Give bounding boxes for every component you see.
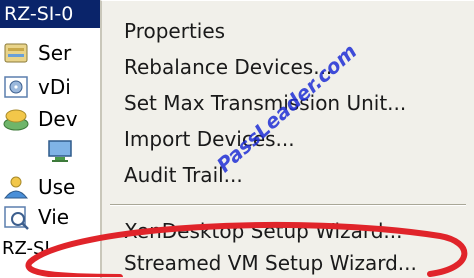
menu-item-import-devices[interactable]: Import Devices... xyxy=(102,121,474,157)
tree-item-site[interactable]: RZ-SI xyxy=(2,238,50,259)
menu-item-xendesktop-setup-wizard[interactable]: XenDesktop Setup Wizard... xyxy=(102,213,474,249)
menu-item-label: Import Devices... xyxy=(124,127,295,151)
tree-root-node[interactable]: RZ-SI-0 xyxy=(0,0,100,28)
menu-item-label: Streamed VM Setup Wizard... xyxy=(124,251,417,275)
menu-item-set-max-transmission-unit[interactable]: Set Max Transmission Unit... xyxy=(102,85,474,121)
context-menu: Properties Rebalance Devices... Set Max … xyxy=(100,0,474,278)
menu-item-label: Audit Trail... xyxy=(124,163,243,187)
vdisk-icon xyxy=(4,76,28,98)
menu-item-rebalance-devices[interactable]: Rebalance Devices... xyxy=(102,49,474,85)
server-icon xyxy=(4,43,28,63)
users-icon xyxy=(3,176,29,199)
menu-item-label: XenDesktop Setup Wizard... xyxy=(124,219,403,243)
devices-icon xyxy=(3,109,29,131)
tree-panel: RZ-SI-0 Ser vDi Dev Use Vie RZ-SI xyxy=(0,0,100,277)
tree-item-label: Dev xyxy=(38,107,78,131)
monitor-icon xyxy=(48,140,72,162)
tree-item-label: vDi xyxy=(38,75,71,99)
menu-item-label: Properties xyxy=(124,19,226,43)
menu-item-label: Rebalance Devices... xyxy=(124,55,333,79)
menu-item-properties[interactable]: Properties xyxy=(102,13,474,49)
menu-separator xyxy=(110,204,466,206)
menu-item-label: Set Max Transmission Unit... xyxy=(124,91,407,115)
tree-item-label: Use xyxy=(38,175,76,199)
views-icon xyxy=(4,206,29,230)
tree-item-label: Vie xyxy=(38,205,70,229)
menu-item-audit-trail[interactable]: Audit Trail... xyxy=(102,157,474,193)
tree-item-label: Ser xyxy=(38,41,72,65)
menu-item-streamed-vm-setup-wizard[interactable]: Streamed VM Setup Wizard... xyxy=(102,245,474,278)
tree-root-label: RZ-SI-0 xyxy=(4,3,74,25)
